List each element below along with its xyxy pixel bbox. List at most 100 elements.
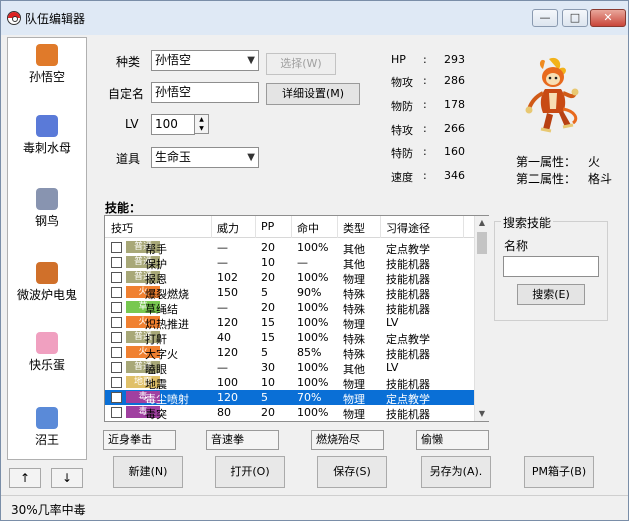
team-member-5[interactable]: 沼王 [8, 403, 86, 461]
move-row[interactable]: 毒毒突 80 20 100% 物理 技能机器 [105, 405, 474, 421]
title-bar: 队伍编辑器 — □ ✕ [1, 1, 628, 35]
maximize-button[interactable]: □ [562, 9, 588, 27]
move-checkbox[interactable] [111, 362, 122, 373]
team-member-label: 钢鸟 [34, 214, 59, 228]
move-down-button[interactable]: ↓ [51, 468, 83, 488]
move-checkbox[interactable] [111, 347, 122, 358]
team-member-2[interactable]: 钢鸟 [8, 184, 86, 242]
move-row[interactable]: 普通 报恩 102 20 100% 物理 技能机器 [105, 270, 474, 286]
selected-move-3[interactable]: 燃烧殆尽 [311, 430, 384, 450]
stat-name: 物防 [391, 100, 413, 113]
team-member-label: 毒刺水母 [22, 141, 71, 155]
close-button[interactable]: ✕ [590, 9, 626, 27]
new-button[interactable]: 新建(N) [113, 456, 183, 488]
species-label: 种类 [116, 55, 141, 69]
search-name-label: 名称 [504, 239, 529, 253]
move-row[interactable]: 普通 打鼾 40 15 100% 特殊 定点教学 [105, 330, 474, 346]
species-select[interactable]: 孙悟空 ▼ [151, 50, 259, 71]
scroll-down-icon[interactable]: ▼ [475, 407, 489, 421]
move-cell-acc: — [297, 256, 308, 269]
select-button[interactable]: 选择(W) [266, 53, 336, 75]
move-cell-power: 80 [217, 406, 231, 419]
move-cell-acc: 70% [297, 391, 322, 404]
stat-name: 速度 [391, 171, 413, 184]
stat-name: 物攻 [391, 76, 413, 89]
col-header-pp[interactable]: PP [261, 220, 274, 233]
stat-value: 266 [444, 122, 465, 135]
move-row[interactable]: 火炽热推进 120 15 100% 物理 LV [105, 315, 474, 331]
move-cell-pp: 15 [261, 331, 275, 344]
move-cell-pp: 30 [261, 361, 275, 374]
team-member-0[interactable]: 孙悟空 [8, 40, 86, 98]
selected-move-1[interactable]: 近身拳击 [103, 430, 176, 450]
move-row[interactable]: 火爆裂燃烧 150 5 90% 特殊 技能机器 [105, 285, 474, 301]
save-as-button[interactable]: 另存为(A). [421, 456, 491, 488]
move-cell-pp: 15 [261, 316, 275, 329]
search-button[interactable]: 搜索(E) [517, 284, 585, 305]
move-row[interactable]: 普通 保护 —10— 其他 技能机器 [105, 255, 474, 271]
move-cell-power: — [217, 361, 228, 374]
move-cell-learn: LV [386, 316, 399, 329]
move-cell-acc: 100% [297, 241, 329, 254]
scroll-up-icon[interactable]: ▲ [475, 216, 489, 230]
search-name-input[interactable] [503, 256, 599, 277]
move-checkbox[interactable] [111, 392, 122, 403]
first-type-label: 第一属性： [516, 155, 577, 169]
pm-box-button[interactable]: PM箱子(B) [524, 456, 594, 488]
move-cell-name: 毒突 [145, 408, 167, 421]
nickname-input[interactable]: 孙悟空 [151, 82, 259, 103]
move-checkbox[interactable] [111, 257, 122, 268]
steel-bird-sprite-icon [36, 188, 58, 210]
item-select[interactable]: 生命玉 ▼ [151, 147, 259, 168]
team-member-label: 孙悟空 [28, 70, 65, 84]
team-member-4[interactable]: 快乐蛋 [8, 328, 86, 386]
microwave-ghost-sprite-icon [36, 262, 58, 284]
col-header-accuracy[interactable]: 命中 [297, 220, 319, 236]
move-checkbox[interactable] [111, 332, 122, 343]
team-member-3[interactable]: 微波炉电鬼 [8, 258, 86, 316]
move-cell-acc: 100% [297, 361, 329, 374]
moves-scrollbar[interactable]: ▲ ▼ [474, 216, 489, 421]
move-checkbox[interactable] [111, 317, 122, 328]
move-checkbox[interactable] [111, 302, 122, 313]
move-checkbox[interactable] [111, 377, 122, 388]
pokeball-icon [7, 11, 21, 25]
moves-table-header: 技巧 威力 PP 命中 类型 习得途径 [105, 216, 474, 238]
move-row[interactable]: 普通 帮手 —20 100% 其他 定点教学 [105, 240, 474, 256]
move-cell-acc: 100% [297, 376, 329, 389]
col-header-category[interactable]: 类型 [343, 220, 365, 236]
team-member-1[interactable]: 毒刺水母 [8, 111, 86, 169]
move-checkbox[interactable] [111, 407, 122, 418]
level-input[interactable]: 100 [151, 114, 195, 135]
chevron-down-icon: ▼ [247, 152, 255, 163]
selected-move-4[interactable]: 偷懒 [416, 430, 489, 450]
move-row[interactable]: 火大字火 120 5 85% 特殊 技能机器 [105, 345, 474, 361]
first-type-value: 火 [588, 155, 601, 169]
move-row[interactable]: 地面 地震 100 10 100% 物理 技能机器 [105, 375, 474, 391]
move-row[interactable]: 普通 瞌眼 —30 100% 其他 LV [105, 360, 474, 376]
detail-settings-button[interactable]: 详细设置(M) [266, 83, 360, 105]
move-row[interactable]: 毒毒尘喷射 120 5 70% 物理 定点教学 [105, 390, 474, 406]
move-checkbox[interactable] [111, 287, 122, 298]
second-type-label: 第二属性： [516, 172, 577, 186]
window-title: 队伍编辑器 [25, 12, 86, 26]
move-cell-power: — [217, 241, 228, 254]
move-cell-pp: 20 [261, 301, 275, 314]
move-checkbox[interactable] [111, 272, 122, 283]
minimize-button[interactable]: — [532, 9, 558, 27]
selected-move-2[interactable]: 音速拳 [206, 430, 279, 450]
scroll-thumb[interactable] [477, 232, 487, 254]
open-button[interactable]: 打开(O) [215, 456, 285, 488]
level-stepper[interactable]: ▲ ▼ [194, 114, 209, 134]
col-header-move[interactable]: 技巧 [111, 220, 133, 236]
move-up-button[interactable]: ↑ [9, 468, 41, 488]
stat-name: 特防 [391, 147, 413, 160]
move-checkbox[interactable] [111, 242, 122, 253]
col-header-learn[interactable]: 习得途径 [386, 220, 430, 236]
save-button[interactable]: 保存(S) [317, 456, 387, 488]
chevron-down-icon: ▼ [247, 55, 255, 66]
swamp-king-sprite-icon [36, 407, 58, 429]
team-member-label: 沼王 [34, 433, 59, 447]
move-row[interactable]: 草草绳结 —20 100% 特殊 技能机器 [105, 300, 474, 316]
col-header-power[interactable]: 威力 [217, 220, 239, 236]
